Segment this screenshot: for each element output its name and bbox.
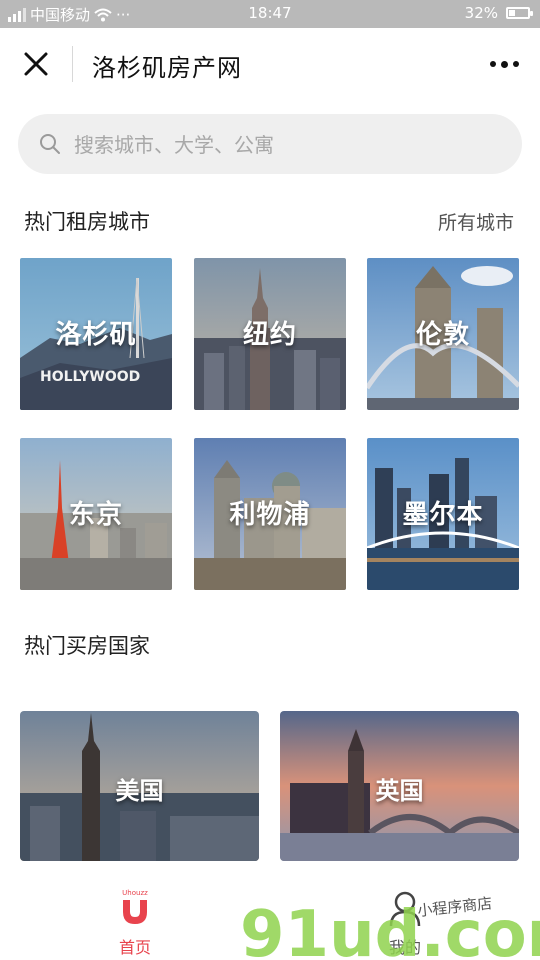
country-label: 英国 [375,777,424,805]
more-button[interactable] [486,52,522,76]
city-tile-new-york[interactable]: 纽约 [194,258,346,410]
city-tile-london[interactable]: 伦敦 [367,258,519,410]
title-bar: 洛杉矶房产网 [0,28,540,100]
close-button[interactable] [18,46,54,82]
city-label: 纽约 [242,320,297,350]
city-label: 墨尔本 [402,500,484,530]
battery-fill [509,10,515,16]
more-icon-dot [512,61,519,67]
country-card-uk[interactable]: 英国 [280,711,519,861]
status-time: 18:47 [248,4,292,22]
city-tile-tokyo[interactable]: 东京 [20,438,172,590]
hollywood-sign: HOLLYWOOD [40,369,140,385]
rent-section-title: 热门租房城市 [24,210,150,234]
status-right: 32% [464,4,533,22]
city-label: 利物浦 [229,500,311,530]
tab-home[interactable]: Uhouzz 首页 [95,888,175,958]
city-tile-los-angeles[interactable]: HOLLYWOOD 洛杉矶 [20,258,172,410]
search-icon [40,134,60,154]
home-logo-text: Uhouzz [122,889,148,897]
city-tile-melbourne[interactable]: 墨尔本 [367,438,519,590]
title-divider [72,46,73,82]
battery-icon [506,7,533,19]
city-tile-liverpool[interactable]: 利物浦 [194,438,346,590]
more-icon-dot [489,61,496,67]
all-cities-link[interactable]: 所有城市 [438,208,514,235]
battery-percent: 32% [464,4,498,22]
city-label: 伦敦 [415,320,470,350]
country-card-usa[interactable]: 美国 [20,711,259,861]
close-icon [24,52,48,76]
watermark-text: 91ud.com [240,898,540,960]
status-bar: 中国移动 ··· 18:47 32% [0,0,540,28]
search-input[interactable] [72,126,506,164]
watermark: 91ud.com 小程序商店 [240,894,540,960]
city-label: 洛杉矶 [55,320,137,350]
search-bar[interactable] [18,114,522,174]
uhouzz-logo-icon: Uhouzz [122,889,148,924]
buy-section-title: 热门买房国家 [24,634,150,658]
more-icon-dot [500,60,508,68]
country-label: 美国 [115,777,164,805]
city-label: 东京 [68,500,123,530]
tab-home-label: 首页 [118,938,151,957]
page-title: 洛杉矶房产网 [92,54,242,82]
